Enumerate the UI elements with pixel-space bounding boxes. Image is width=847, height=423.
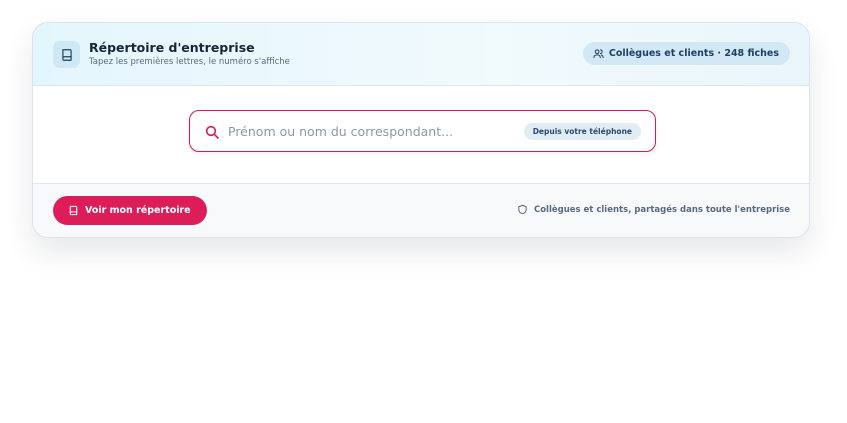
view-directory-button[interactable]: Voir mon répertoire: [53, 196, 207, 225]
view-directory-label: Voir mon répertoire: [85, 205, 191, 216]
page-subtitle: Tapez les premières lettres, le numéro s…: [89, 57, 290, 67]
contacts-count-badge: Collègues et clients · 248 fiches: [582, 42, 790, 65]
source-chip: Depuis votre téléphone: [523, 123, 641, 140]
search-input[interactable]: [228, 120, 518, 142]
sharing-note-label: Collègues et clients, partagés dans tout…: [533, 204, 790, 215]
sharing-note: Collègues et clients, partagés dans tout…: [517, 204, 790, 215]
shield-icon: [517, 204, 528, 215]
card-footer: Voir mon répertoire Collègues et clients…: [33, 183, 809, 237]
book-icon: [68, 205, 79, 216]
badge-label: Collègues et clients · 248 fiches: [608, 48, 779, 59]
users-icon: [593, 48, 604, 59]
search-box[interactable]: Depuis votre téléphone: [189, 110, 656, 152]
book-icon: [53, 41, 80, 68]
search-icon: [204, 124, 220, 140]
directory-card: Répertoire d'entreprise Tapez les premiè…: [32, 22, 810, 238]
page-title: Répertoire d'entreprise: [89, 40, 255, 55]
card-header: Répertoire d'entreprise Tapez les premiè…: [33, 23, 809, 86]
